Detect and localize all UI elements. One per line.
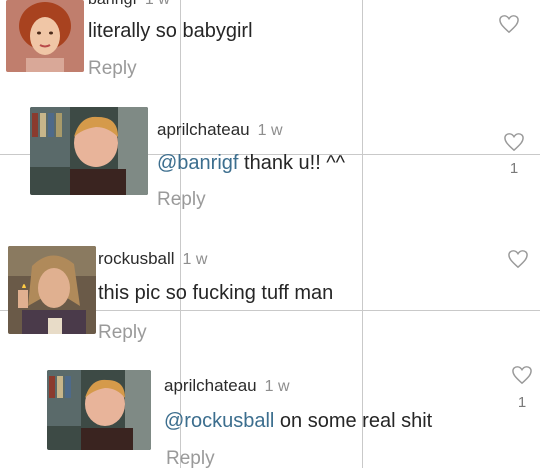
like-button[interactable] [498,14,520,34]
blond-boy-library-avatar [30,107,148,195]
like-button[interactable] [507,249,529,269]
reply-button[interactable]: Reply [88,58,137,80]
blond-boy-library-avatar [47,370,151,450]
reply-button[interactable]: Reply [166,448,215,468]
comment-item: banrigf1 w literally so babygirl Reply [0,0,540,90]
reply-button[interactable]: Reply [157,189,206,211]
heart-outline-icon [504,133,524,152]
comment-text: @banrigf thank u!! ^^ [157,152,346,174]
avatar[interactable] [30,107,148,195]
reply-button[interactable]: Reply [98,322,147,344]
comment-username[interactable]: aprilchateau 1 w [157,120,283,140]
like-count: 1 [517,394,527,411]
heart-outline-icon [499,15,519,34]
comment-username[interactable]: rockusball 1 w [98,249,207,269]
avatar[interactable] [47,370,151,450]
comment-item: aprilchateau 1 w @rockusball on some real… [0,360,540,468]
heart-outline-icon [512,366,532,385]
heart-outline-icon [508,250,528,269]
comment-username[interactable]: aprilchateau 1 w [164,376,290,396]
comment-username[interactable]: banrigf1 w [88,0,170,9]
long-haired-guy-lighter-avatar [8,246,96,334]
comment-item: aprilchateau 1 w @banrigf thank u!! ^^ Re… [0,100,540,220]
mention-link[interactable]: @banrigf [157,152,238,174]
comment-item: rockusball 1 w this pic so fucking tuff m… [0,240,540,350]
comment-text: @rockusball on some real shit [164,410,433,432]
avatar[interactable] [6,0,84,72]
red-haired-girl-avatar [6,0,84,72]
avatar[interactable] [8,246,96,334]
comment-text: literally so babygirl [88,20,253,42]
comment-text: this pic so fucking tuff man [98,282,334,304]
like-button[interactable] [511,365,533,385]
mention-link[interactable]: @rockusball [164,410,274,432]
like-count: 1 [509,160,519,177]
like-button[interactable] [503,132,525,152]
